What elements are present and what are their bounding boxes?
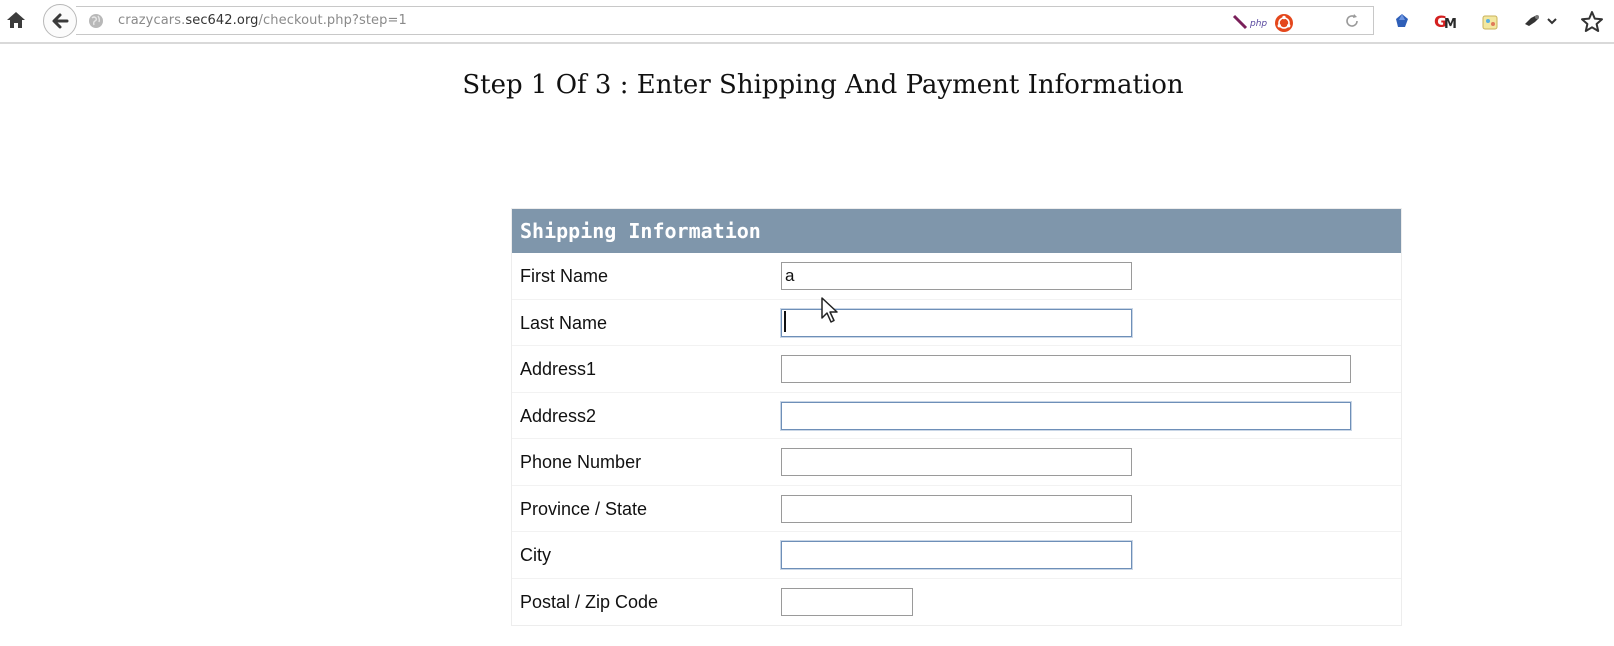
form-row-first-name: First Name: [512, 253, 1401, 300]
address1-label: Address1: [520, 359, 597, 379]
svg-text:M: M: [1444, 17, 1457, 32]
province-label: Province / State: [520, 498, 648, 519]
city-label: City: [520, 545, 551, 565]
address2-input[interactable]: [781, 401, 1351, 430]
first-name-input[interactable]: [781, 262, 1132, 290]
chevron-down-icon[interactable]: [1545, 10, 1559, 32]
city-input[interactable]: [781, 541, 1132, 569]
back-icon: [52, 13, 69, 29]
mouse-cursor-icon: [820, 296, 840, 326]
address2-label: Address2: [520, 405, 597, 426]
form-row-postal: Postal / Zip Code: [512, 579, 1401, 626]
back-button[interactable]: [43, 4, 77, 38]
phone-input[interactable]: [781, 448, 1132, 476]
shipping-form: Shipping Information First Name Last Nam…: [511, 208, 1402, 626]
form-row-address1: Address1: [512, 346, 1401, 393]
postal-label: Postal / Zip Code: [520, 591, 659, 612]
phone-label: Phone Number: [520, 452, 642, 472]
extension-bag-icon[interactable]: [1479, 10, 1501, 32]
form-row-province: Province / State: [512, 486, 1401, 532]
shipping-header: Shipping Information: [512, 209, 1401, 253]
ubuntu-icon[interactable]: [1274, 13, 1294, 32]
reload-icon[interactable]: [1343, 12, 1361, 30]
home-icon[interactable]: [4, 8, 28, 32]
address1-input[interactable]: [781, 355, 1351, 383]
first-name-label: First Name: [520, 266, 609, 286]
globe-icon[interactable]: [88, 13, 104, 29]
postal-input[interactable]: [781, 587, 913, 616]
svg-text:php: php: [1249, 19, 1267, 29]
php-extension-icon[interactable]: php: [1232, 13, 1272, 31]
form-row-last-name: Last Name: [512, 300, 1401, 346]
last-name-label: Last Name: [520, 312, 608, 333]
extension-tool-icon[interactable]: [1521, 10, 1543, 32]
url-bar[interactable]: crazycars.sec642.org/checkout.php?step=1…: [76, 6, 1374, 35]
form-row-address2: Address2: [512, 393, 1401, 439]
province-input[interactable]: [781, 494, 1132, 523]
greasemonkey-icon[interactable]: G M: [1433, 10, 1459, 32]
extension-blue-icon[interactable]: [1391, 10, 1413, 32]
url-domain: sec642.org: [185, 13, 259, 28]
browser-toolbar: crazycars.sec642.org/checkout.php?step=1…: [0, 0, 1614, 44]
form-row-city: City: [512, 532, 1401, 579]
url-text[interactable]: crazycars.sec642.org/checkout.php?step=1: [118, 13, 407, 28]
form-row-phone: Phone Number: [512, 439, 1401, 486]
url-prefix: crazycars.: [118, 13, 186, 28]
page-title: Step 1 Of 3 : Enter Shipping And Payment…: [462, 70, 1184, 100]
url-path: /checkout.php?step=1: [258, 13, 407, 28]
star-icon[interactable]: [1580, 10, 1603, 32]
text-caret: [784, 311, 786, 332]
